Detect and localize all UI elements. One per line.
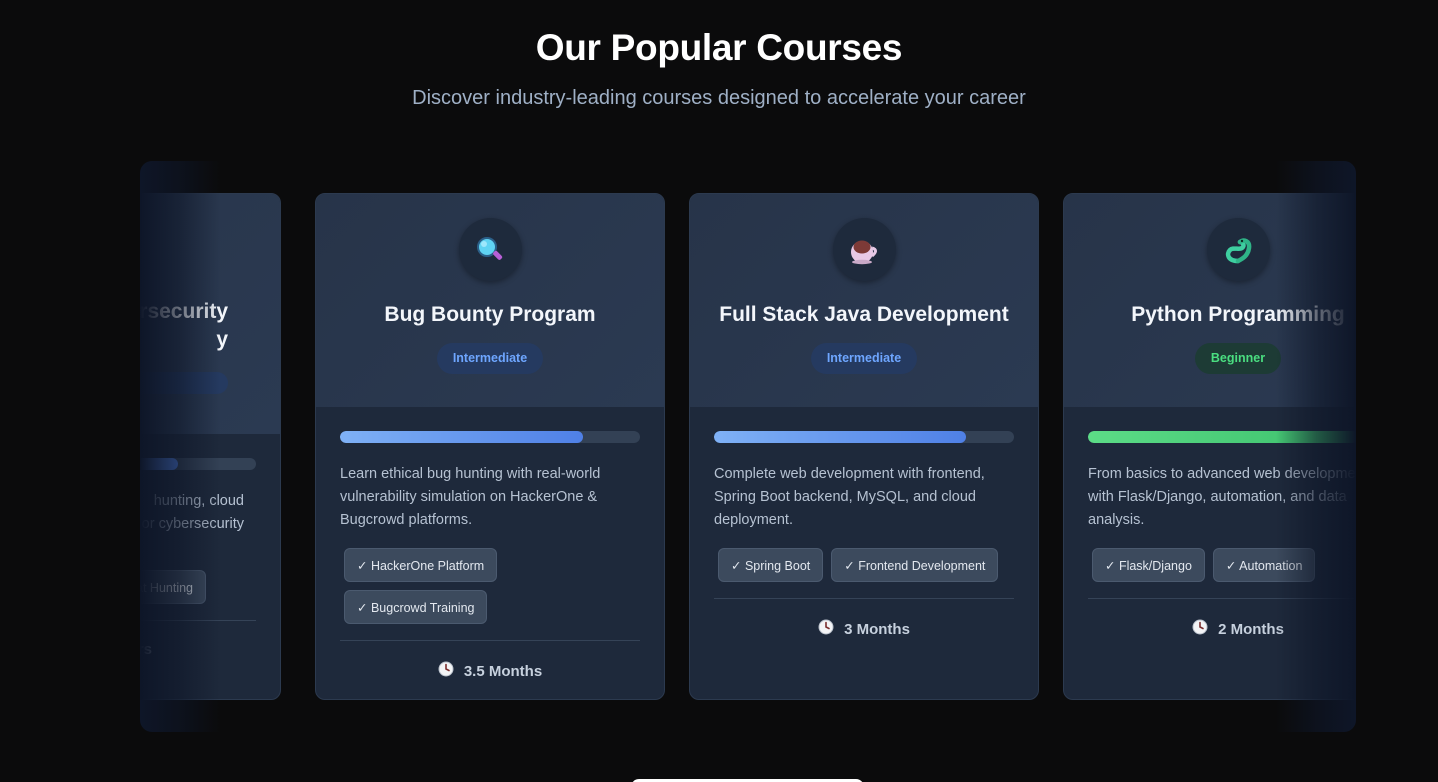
course-tags: at Hunting — [140, 570, 256, 604]
level-badge: Intermediate — [436, 343, 544, 374]
section-subtitle: Discover industry-leading courses design… — [412, 87, 1026, 109]
course-title-line: y — [216, 328, 228, 351]
course-title: Full Stack Java Development — [719, 303, 1009, 326]
course-progress-bar — [714, 431, 1014, 443]
course-title: Bug Bounty Program — [384, 303, 596, 326]
course-card-bug-bounty[interactable]: Bug Bounty Program Intermediate Learn et… — [315, 193, 665, 700]
level-badge: Beginner — [1194, 343, 1282, 374]
course-duration: 3 Months — [714, 619, 1014, 639]
course-title: rsecurity y — [140, 298, 228, 354]
course-progress-bar — [140, 458, 256, 470]
card-divider — [340, 640, 640, 641]
course-card-java[interactable]: Full Stack Java Development Intermediate… — [689, 193, 1039, 700]
course-description: From basics to advanced web development … — [1088, 466, 1356, 528]
course-description: Learn ethical bug hunting with real-worl… — [340, 466, 601, 528]
course-duration-text: 3.5 Months — [463, 662, 543, 680]
course-description: Complete web development with frontend, … — [714, 466, 985, 528]
course-tag: ✓ HackerOne Platform — [344, 548, 498, 582]
course-progress-fill — [1088, 431, 1356, 443]
course-tag: ✓ Bugcrowd Training — [344, 590, 488, 624]
course-card-cybersecurity[interactable]: rsecurity y hunting, cloud or cybersecur… — [140, 193, 281, 700]
level-badge: Intermediate — [810, 343, 918, 374]
course-title: Python Programming — [1131, 303, 1345, 326]
course-tags: ✓ HackerOne Platform ✓ Bugcrowd Training — [340, 548, 640, 624]
course-tag: ✓ Automation — [1212, 548, 1316, 582]
section-title: Our Popular Courses — [535, 27, 903, 68]
course-tag: ✓ Frontend Development — [831, 548, 999, 582]
course-duration: 2 Months — [1088, 619, 1356, 639]
carousel-track: rsecurity y hunting, cloud or cybersecur… — [140, 161, 1356, 732]
clock-icon — [818, 619, 834, 639]
course-duration-text: 2 Months — [1218, 620, 1284, 638]
course-duration: rs — [140, 641, 256, 658]
course-description-line: or cybersecurity — [141, 516, 244, 532]
card-divider — [714, 598, 1014, 599]
courses-carousel[interactable]: rsecurity y hunting, cloud or cybersecur… — [140, 161, 1356, 732]
course-progress-bar — [340, 431, 640, 443]
course-description: hunting, cloud or cybersecurity — [140, 490, 256, 536]
course-progress-fill — [714, 431, 966, 443]
python-snake-icon — [1206, 218, 1270, 281]
course-duration-text: 3 Months — [844, 620, 910, 638]
course-title-line: rsecurity — [140, 300, 228, 323]
course-card-python[interactable]: Python Programming Beginner From basics … — [1063, 193, 1356, 700]
course-tags: ✓ Spring Boot ✓ Frontend Development — [714, 548, 1014, 582]
course-tags: ✓ Flask/Django ✓ Automation — [1088, 548, 1356, 582]
course-card-header: Python Programming Beginner — [1064, 194, 1356, 407]
clock-icon — [1192, 619, 1208, 639]
course-card-header: Full Stack Java Development Intermediate — [690, 194, 1038, 407]
card-divider — [140, 620, 256, 621]
magnifying-glass-icon — [458, 218, 522, 281]
course-card-header: Bug Bounty Program Intermediate — [316, 194, 664, 407]
course-progress-fill — [140, 458, 178, 470]
course-duration-text: rs — [140, 641, 152, 658]
coffee-cup-icon — [832, 218, 896, 281]
course-tag: ✓ Spring Boot — [718, 548, 824, 582]
course-duration: 3.5 Months — [340, 661, 640, 681]
course-progress-fill — [340, 431, 583, 443]
course-description-line: hunting, cloud — [153, 493, 244, 509]
course-progress-bar — [1088, 431, 1356, 443]
card-divider — [1088, 598, 1356, 599]
level-badge — [140, 372, 228, 394]
course-tag: ✓ Flask/Django — [1092, 548, 1205, 582]
clock-icon — [438, 661, 454, 681]
course-tag: at Hunting — [140, 570, 206, 604]
